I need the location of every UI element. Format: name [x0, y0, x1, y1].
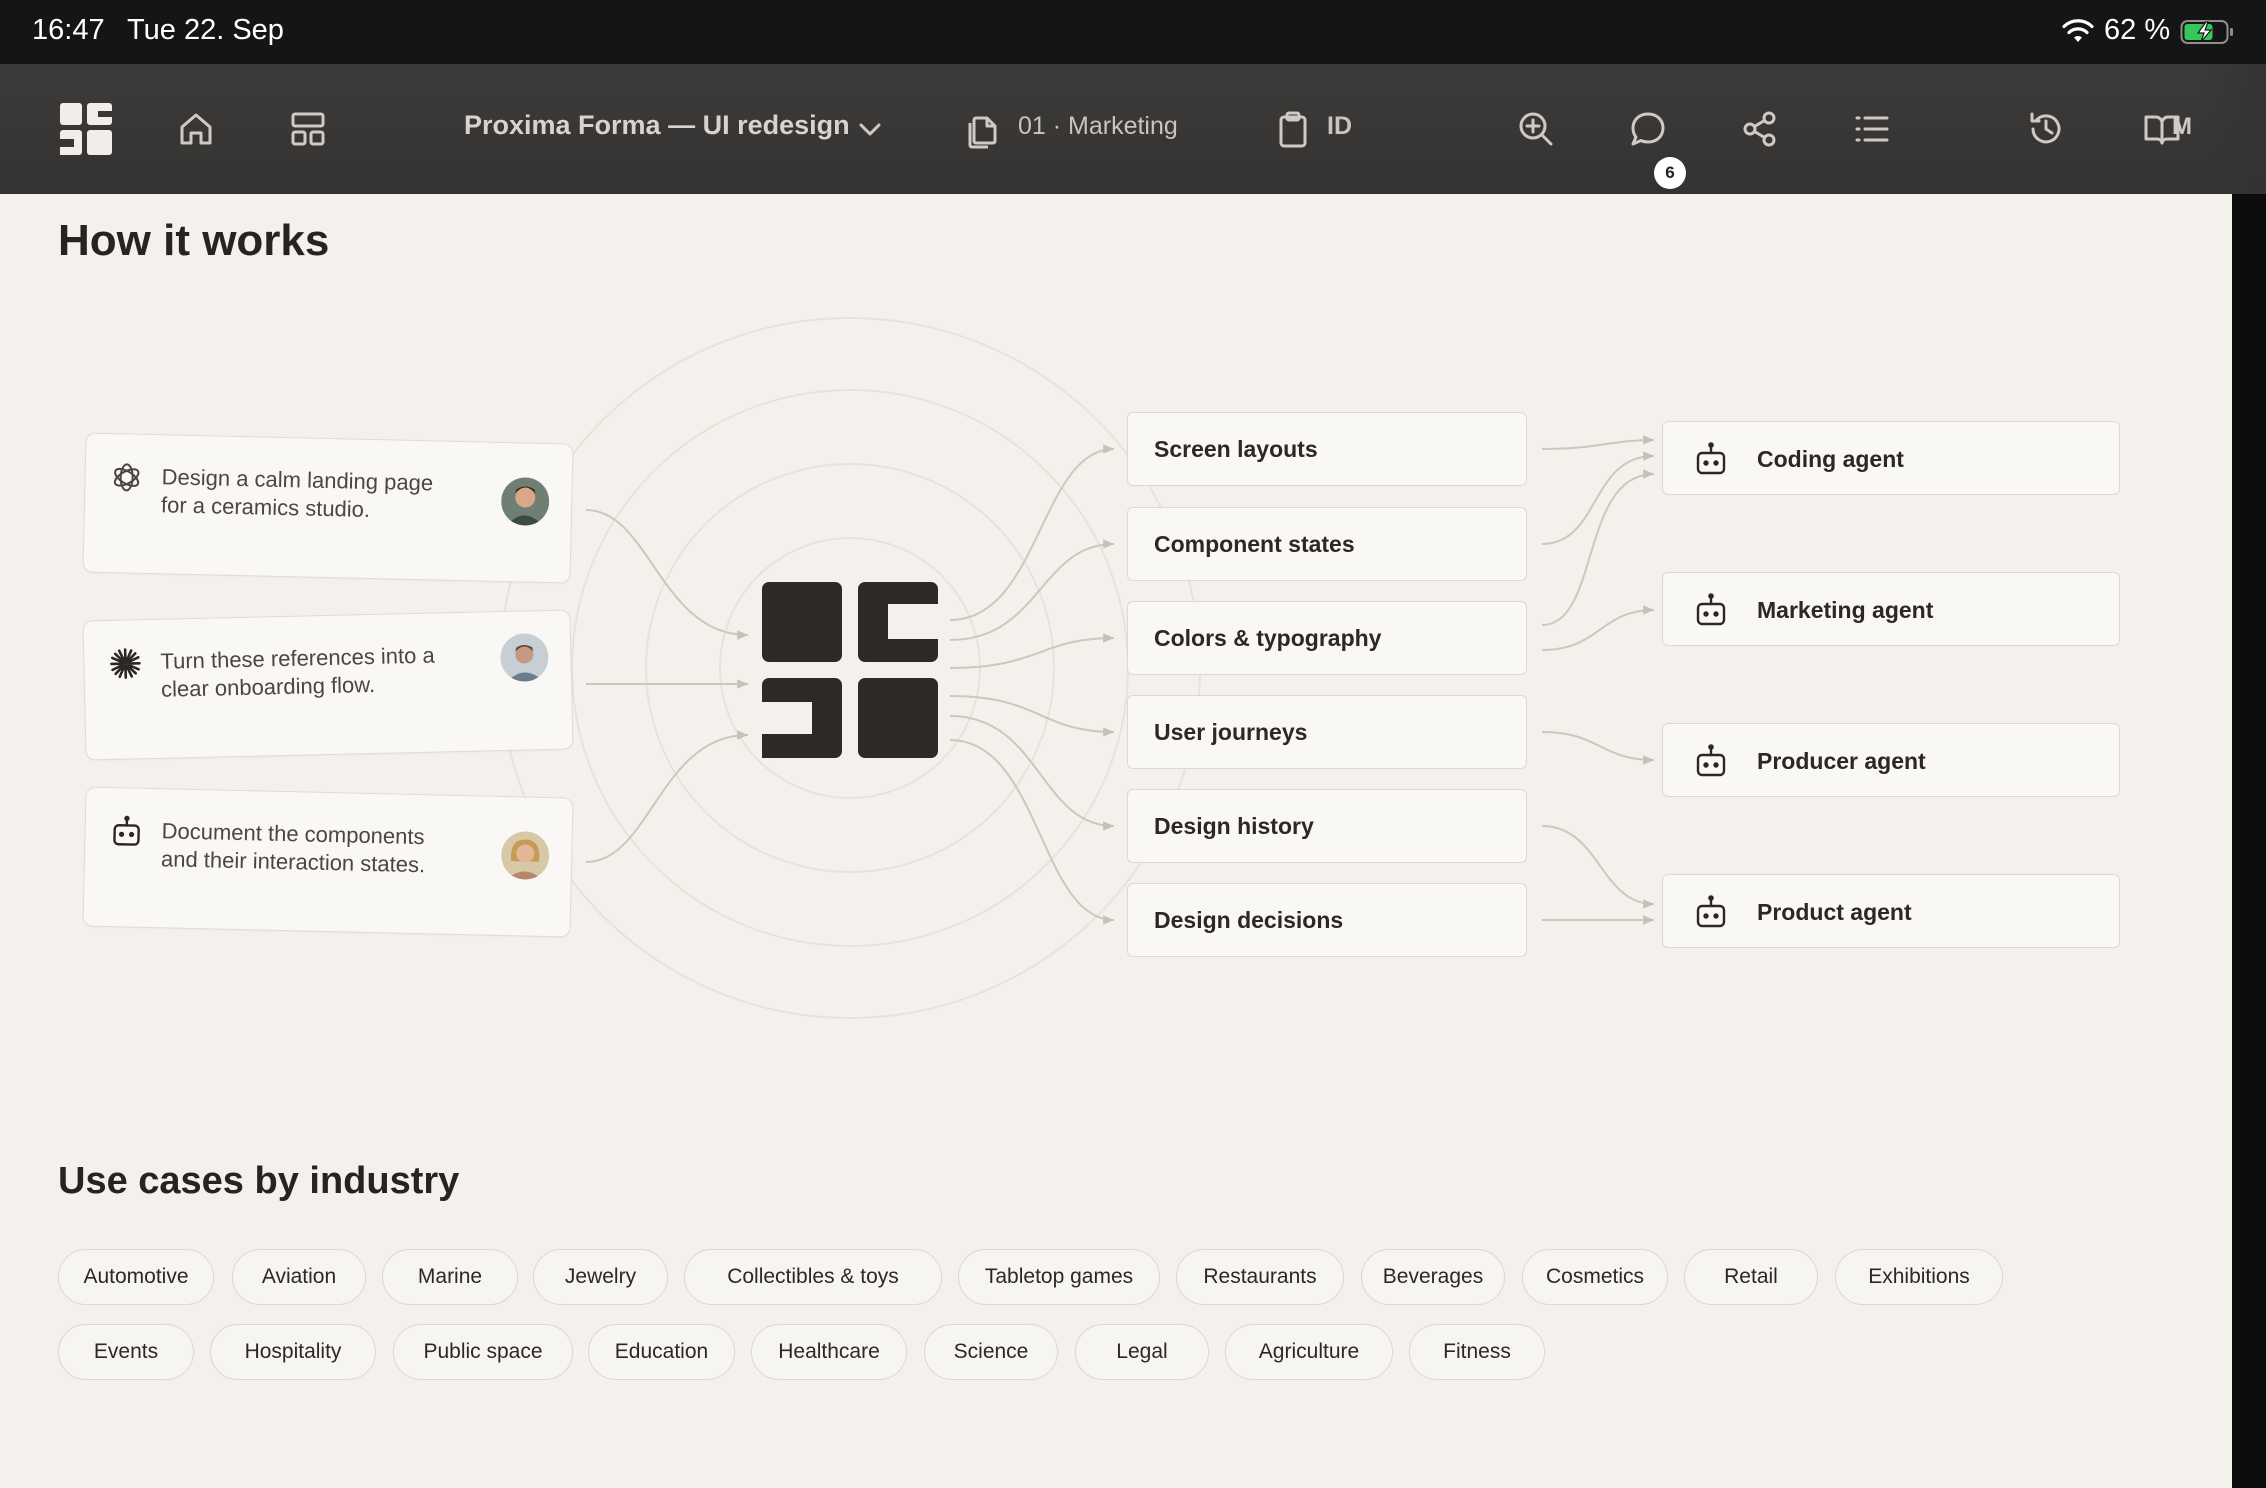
industry-chip[interactable]: Agriculture — [1225, 1324, 1393, 1380]
openai-icon — [113, 463, 140, 492]
industry-chip[interactable]: Tabletop games — [958, 1249, 1160, 1305]
use-cases-title: Use cases by industry — [58, 1160, 460, 1202]
prompt-card: Turn these references into a clear onboa… — [82, 609, 574, 761]
robot-icon — [1696, 593, 1726, 626]
industry-chip[interactable]: Marine — [382, 1249, 518, 1305]
industry-chip[interactable]: Legal — [1075, 1324, 1209, 1380]
industry-chip[interactable]: Education — [588, 1324, 735, 1380]
agent-producer: Producer agent — [1662, 723, 2120, 797]
robot-icon — [1696, 895, 1726, 928]
industry-chip[interactable]: Exhibitions — [1835, 1249, 2003, 1305]
agent-label: Marketing agent — [1757, 597, 1934, 623]
id-label[interactable]: ID — [1327, 112, 1352, 141]
list-icon[interactable] — [1844, 101, 1900, 157]
industry-chip[interactable]: Restaurants — [1176, 1249, 1344, 1305]
industry-chip[interactable]: Automotive — [58, 1249, 214, 1305]
zoom-in-icon[interactable] — [1508, 101, 1564, 157]
avatar — [499, 632, 549, 683]
industry-chip[interactable]: Events — [58, 1324, 194, 1380]
history-icon[interactable] — [2018, 101, 2074, 157]
clipboard-icon[interactable] — [1272, 108, 1314, 150]
agent-marketing: Marketing agent — [1662, 572, 2120, 646]
asterisk-icon — [110, 648, 141, 679]
output-component-states: Component states — [1127, 507, 1527, 581]
prompt-text: Design a calm landing page for a ceramic… — [160, 464, 434, 522]
output-user-journeys: User journeys — [1127, 695, 1527, 769]
agent-label: Coding agent — [1757, 446, 1904, 472]
battery-icon — [2180, 20, 2233, 44]
industry-chip[interactable]: Collectibles & toys — [684, 1249, 942, 1305]
output-design-decisions: Design decisions — [1127, 883, 1527, 957]
prompt-text: Document the components and their intera… — [160, 818, 426, 878]
industry-chip[interactable]: Healthcare — [751, 1324, 907, 1380]
industry-chip[interactable]: Beverages — [1361, 1249, 1505, 1305]
app-toolbar: Proxima Forma — UI redesign 01 · Marketi… — [0, 64, 2266, 194]
page-selector[interactable]: 01 · Marketing — [1018, 112, 1178, 141]
toolbar-edge-fade — [2196, 64, 2266, 194]
prompt-card: Design a calm landing page for a ceramic… — [82, 432, 574, 584]
industry-chip[interactable]: Retail — [1684, 1249, 1818, 1305]
output-colors-typography: Colors & typography — [1127, 601, 1527, 675]
comment-icon[interactable] — [1620, 101, 1676, 157]
robot-icon — [1696, 442, 1726, 475]
industry-chip[interactable]: Public space — [393, 1324, 573, 1380]
robot-icon — [1696, 744, 1726, 777]
industry-chip[interactable]: Cosmetics — [1522, 1249, 1668, 1305]
chevron-down-icon[interactable] — [852, 111, 888, 147]
status-bar: 16:47 Tue 22. Sep 62 % — [0, 0, 2266, 64]
industry-chip[interactable]: Science — [924, 1324, 1058, 1380]
industry-chip[interactable]: Jewelry — [533, 1249, 668, 1305]
industry-chip[interactable]: Fitness — [1409, 1324, 1545, 1380]
industry-chip[interactable]: Hospitality — [210, 1324, 376, 1380]
agent-label: Product agent — [1757, 899, 1912, 925]
app-logo-icon[interactable] — [56, 99, 116, 159]
agent-product: Product agent — [1662, 874, 2120, 948]
cut-off-label: M — [2172, 113, 2192, 140]
pages-icon[interactable] — [962, 108, 1004, 150]
agent-label: Producer agent — [1757, 748, 1926, 774]
comments-count-badge: 6 — [1654, 157, 1686, 189]
avatar — [500, 830, 550, 881]
home-icon[interactable] — [168, 101, 224, 157]
project-title[interactable]: Proxima Forma — UI redesign — [464, 110, 850, 141]
share-icon[interactable] — [1732, 101, 1788, 157]
output-design-history: Design history — [1127, 789, 1527, 863]
industry-chip[interactable]: Aviation — [232, 1249, 366, 1305]
battery-percent: 62 % — [2104, 14, 2171, 46]
status-time: 16:47 — [32, 14, 105, 46]
agent-coding: Coding agent — [1662, 421, 2120, 495]
avatar — [500, 476, 550, 527]
layout-icon[interactable] — [280, 101, 336, 157]
prompt-text: Turn these references into a clear onboa… — [160, 642, 435, 702]
output-screen-layouts: Screen layouts — [1127, 412, 1527, 486]
center-logo-icon — [762, 582, 938, 758]
wifi-icon — [2062, 19, 2094, 42]
prompt-card: Document the components and their intera… — [82, 786, 574, 938]
robot-icon — [113, 815, 140, 846]
status-date: Tue 22. Sep — [127, 14, 284, 46]
